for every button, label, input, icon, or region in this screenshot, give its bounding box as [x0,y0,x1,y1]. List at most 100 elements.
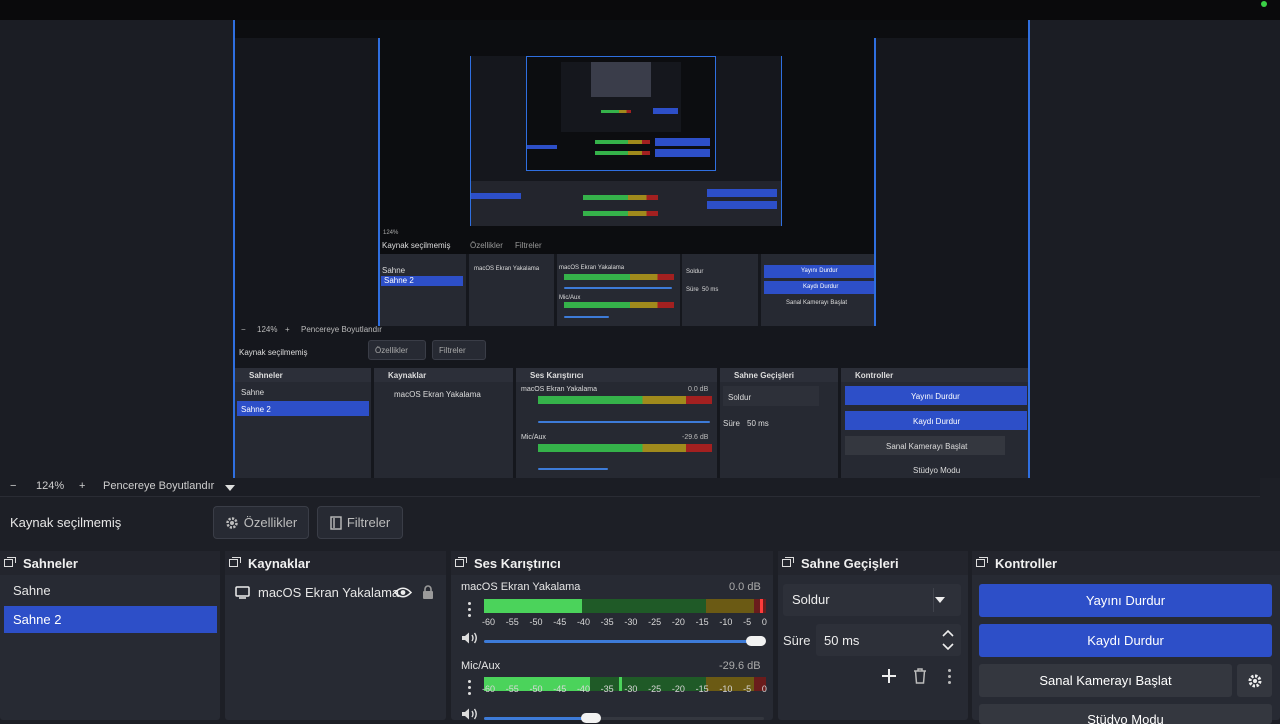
chevron-down-icon[interactable] [942,643,954,651]
zoom-in-button[interactable]: + [79,480,85,492]
filters-label: Filtreler [346,515,391,530]
audio-mixer-dock: Ses Karıştırıcı macOS Ekran Yakalama 0.0… [451,551,773,723]
channel-name: macOS Ekran Yakalama [461,581,581,593]
window-top-strip [0,0,1280,20]
zoom-level: 124% [36,480,65,492]
dock-icon [782,557,796,569]
channel-db: -29.6 dB [719,660,761,672]
nested2-mixer-ch1: macOS Ekran Yakalama [559,265,625,271]
chevron-down-icon [935,597,945,603]
channel-db: 0.0 dB [729,581,761,593]
transitions-title: Sahne Geçişleri [801,555,899,571]
nested-zoom: 124% [257,325,278,334]
eye-icon[interactable] [394,586,412,599]
nested-mixer-ch2: Mic/Aux [521,434,546,441]
sources-title: Kaynaklar [248,555,311,571]
volume-slider[interactable] [484,640,764,643]
volume-slider-knob[interactable] [746,636,766,646]
nested-scene-2: Sahne 2 [241,405,271,414]
zoom-out-button[interactable]: − [10,480,16,492]
source-toolbar [0,497,1280,549]
controls-title: Kontroller [995,555,1058,571]
chevron-up-icon[interactable] [942,629,954,637]
nested-transitions-title: Sahne Geçişleri [734,371,795,380]
controls-dock: Kontroller Yayını Durdur Kaydı Durdur Sa… [972,551,1280,724]
preview-canvas[interactable]: 124% Kaynak seçilmemiş Özellikler Filtre… [233,20,1030,478]
source-item-label: macOS Ekran Yakalama [258,585,400,600]
nested-mixer-ch2-db: -29.6 dB [682,434,709,441]
recording-indicator [1261,1,1267,7]
lock-icon[interactable] [422,585,434,600]
nested-properties: Özellikler [375,346,408,355]
studio-mode-label: Stüdyo Modu [1087,712,1164,724]
sources-dock: Kaynaklar macOS Ekran Yakalama [225,551,446,720]
dock-icon [4,557,18,569]
nested2-properties: Özellikler [470,241,503,250]
channel-name: Mic/Aux [461,660,501,672]
nested-controls-title: Kontroller [855,371,894,380]
transition-select[interactable]: Soldur [783,584,961,616]
duration-label: Süre [783,633,811,648]
nested-preview-level2 [470,56,782,226]
nested-stop-stream: Yayını Durdur [911,392,960,401]
nested-transition: Soldur [728,393,752,402]
nested2-source: macOS Ekran Yakalama [474,266,540,272]
source-item[interactable]: macOS Ekran Yakalama [230,581,442,605]
studio-mode-button[interactable]: Stüdyo Modu [979,704,1272,724]
nested2-duration: 50 ms [702,287,719,293]
properties-label: Özellikler [243,515,298,530]
nested2-stop-stream: Yayını Durdur [801,268,838,274]
dock-icon [455,557,469,569]
nested-stop-record: Kaydı Durdur [913,417,961,426]
nested-virtual-cam: Sanal Kamerayı Başlat [886,442,968,451]
stop-streaming-button[interactable]: Yayını Durdur [979,584,1272,617]
nested-mixer-ch1-db: 0.0 dB [688,386,709,393]
filters-button[interactable]: Filtreler [317,506,403,539]
nested-scene-1: Sahne [241,388,265,397]
mixer-dock-header[interactable]: Ses Karıştırıcı [451,551,773,575]
nested-source: macOS Ekran Yakalama [394,390,481,399]
volume-slider-knob[interactable] [581,713,601,723]
meter-ticks: -60 -55 -50 -45 -40 -35 -30 -25 -20 -15 -10 -5 0 [482,617,767,627]
gear-icon [1248,674,1261,687]
nested-duration: 50 ms [747,419,769,428]
nested-duration-label: Süre [723,419,740,428]
nested-studio: Stüdyo Modu [913,466,961,475]
controls-dock-header[interactable]: Kontroller [972,551,1280,575]
channel-menu-kebab-icon[interactable] [468,680,471,696]
volume-meter [484,599,766,613]
nested2-docks: Sahne Sahne 2 macOS Ekran Yakalama macOS… [380,254,874,326]
nested2-scene-2: Sahne 2 [384,276,414,285]
nested2-source-status: Kaynak seçilmemiş [382,241,451,250]
volume-icon[interactable] [461,707,479,721]
nested2-mixer-ch2: Mic/Aux [559,295,581,301]
gear-icon [226,516,238,529]
properties-button[interactable]: Özellikler [213,506,309,539]
sources-dock-header[interactable]: Kaynaklar [225,551,446,575]
nested-obs-window: 124% Kaynak seçilmemiş Özellikler Filtre… [235,38,1028,478]
scenes-dock: Sahneler Sahne Sahne 2 [0,551,220,720]
fit-to-window-label[interactable]: Pencereye Boyutlandır [103,480,214,492]
duration-spinbox[interactable]: 50 ms [816,624,961,656]
virtual-camera-settings-button[interactable] [1237,664,1272,697]
scenes-dock-header[interactable]: Sahneler [0,551,220,575]
nested-mixer-ch1: macOS Ekran Yakalama [521,386,597,393]
stop-recording-button[interactable]: Kaydı Durdur [979,624,1272,657]
transition-menu-kebab-icon[interactable] [948,669,951,685]
zoom-dropdown-chevron-down-icon[interactable] [225,485,235,491]
filter-icon [330,515,342,530]
duration-value: 50 ms [824,633,860,648]
nested-docks: Sahneler Sahne Sahne 2 Kaynaklar macOS E… [235,368,1028,478]
nested-fit: Pencereye Boyutlandır [301,325,382,334]
volume-icon[interactable] [461,631,479,645]
trash-icon[interactable] [913,668,927,684]
scene-item-sahne-2[interactable]: Sahne 2 [4,606,217,633]
nested-mixer-title: Ses Karıştırıcı [530,371,584,380]
plus-icon[interactable] [881,668,897,684]
start-virtual-camera-button[interactable]: Sanal Kamerayı Başlat [979,664,1232,697]
channel-menu-kebab-icon[interactable] [468,602,471,618]
scene-item-sahne[interactable]: Sahne [4,577,217,604]
nested2-duration-label: Süre [686,287,699,293]
transition-select-value: Soldur [792,592,830,607]
transitions-dock-header[interactable]: Sahne Geçişleri [778,551,968,575]
